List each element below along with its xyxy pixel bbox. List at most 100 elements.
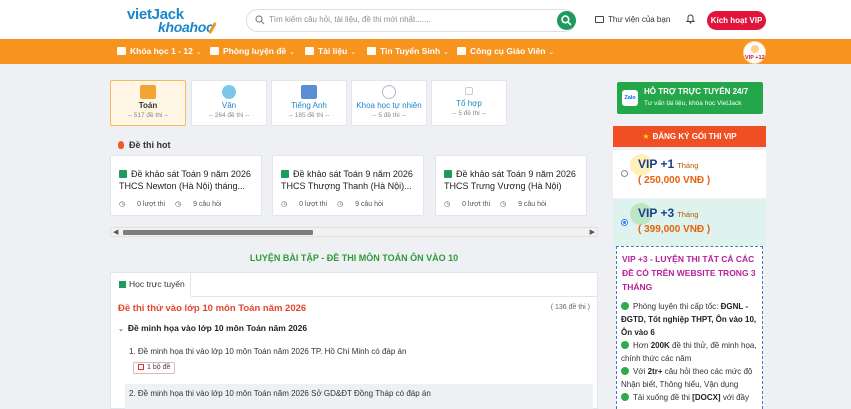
check-icon bbox=[281, 170, 289, 178]
search-input[interactable]: Tìm kiếm câu hỏi, tài liệu, đề thi mới n… bbox=[246, 9, 576, 32]
check-icon bbox=[119, 170, 127, 178]
subject-count: -- 5 đề thi -- bbox=[372, 112, 406, 119]
main-nav: Khóa học 1 - 12 ⌄ Phòng luyện đề ⌄ Tài liệ… bbox=[0, 39, 851, 64]
plan-name: VIP +1 Tháng bbox=[638, 157, 698, 171]
practice-heading: LUYỆN BÀI TẬP - ĐỀ THI MÔN TOÁN ÔN VÀO 1… bbox=[249, 253, 459, 263]
section-title-text: Đề thi hot bbox=[129, 140, 171, 150]
benefit-bold: 2tr+ bbox=[647, 367, 663, 376]
exam-group-title[interactable]: Đề thi thử vào lớp 10 môn Toán năm 2026 bbox=[118, 303, 306, 314]
search-icon bbox=[255, 15, 265, 25]
hot-exam-card[interactable]: Đề khảo sát Toán 9 năm 2026 THCS Trưng V… bbox=[435, 155, 587, 216]
clock-icon: ◷ bbox=[444, 201, 451, 208]
atom-icon bbox=[382, 85, 396, 99]
user-avatar[interactable]: VIP +12 bbox=[743, 41, 766, 64]
horizontal-scrollbar[interactable]: ◀ ▶ bbox=[110, 227, 598, 237]
subject-name: Tiếng Anh bbox=[291, 101, 327, 110]
badge-label: 1 bộ đề bbox=[147, 364, 171, 371]
subject-card-math[interactable]: Toán -- 517 đề thi -- bbox=[110, 80, 186, 126]
benefit-text: Tải xuống đề thi bbox=[633, 393, 693, 402]
nav-item-teacher-tools[interactable]: Công cụ Giáo Viên ⌄ bbox=[457, 46, 554, 56]
nav-label: Tài liệu bbox=[318, 46, 348, 56]
question-count: 9 câu hỏi bbox=[355, 201, 384, 208]
chevron-down-icon: ⌄ bbox=[195, 49, 202, 56]
plan-price: ( 250,000 VNĐ ) bbox=[638, 175, 711, 186]
exam-subgroup[interactable]: ⌄ Đề minh họa vào lớp 10 môn Toán năm 202… bbox=[118, 323, 307, 333]
clock-icon: ◷ bbox=[337, 201, 344, 208]
subject-card-literature[interactable]: Văn -- 264 đề thi -- bbox=[191, 80, 267, 126]
activate-vip-button[interactable]: Kích hoạt VIP bbox=[707, 11, 766, 30]
subject-count: -- 185 đề thi -- bbox=[288, 112, 330, 119]
benefit-text: Phòng luyện thi cấp tốc: bbox=[633, 302, 721, 311]
nav-item-courses[interactable]: Khóa học 1 - 12 ⌄ bbox=[117, 46, 202, 56]
bell-icon[interactable] bbox=[686, 14, 695, 24]
question-count: 9 câu hỏi bbox=[518, 201, 547, 208]
book-icon bbox=[595, 16, 604, 23]
document-icon bbox=[138, 364, 144, 370]
nav-item-documents[interactable]: Tài liệu ⌄ bbox=[305, 46, 356, 56]
exam-card-title: Đề khảo sát Toán 9 năm 2026 THCS Trưng V… bbox=[444, 168, 584, 192]
benefit-text: với đầy bbox=[720, 393, 749, 402]
exam-card-meta: ◷ 0 lượt thi ◷ 9 câu hỏi bbox=[119, 200, 232, 208]
plan-option-vip3[interactable]: VIP +3 Tháng ( 399,000 VNĐ ) bbox=[613, 199, 766, 247]
nav-item-exam-room[interactable]: Phòng luyện đề ⌄ bbox=[210, 46, 295, 56]
check-circle-icon bbox=[621, 302, 629, 310]
subject-name: Tổ hợp bbox=[456, 99, 482, 108]
nav-item-admissions[interactable]: Tin Tuyển Sinh ⌄ bbox=[367, 46, 449, 56]
benefit-bold: [DOCX] bbox=[692, 393, 721, 402]
chevron-down-icon: ⌄ bbox=[118, 326, 124, 333]
exam-card-meta: ◷ 0 lượt thi ◷ 9 câu hỏi bbox=[281, 200, 394, 208]
zalo-icon: Zalo bbox=[622, 90, 638, 106]
plan-radio[interactable] bbox=[621, 170, 628, 177]
chevron-down-icon: ⌄ bbox=[443, 49, 450, 56]
plan-name: VIP +3 Tháng bbox=[638, 206, 698, 220]
scroll-right-icon[interactable]: ▶ bbox=[590, 228, 595, 236]
benefit-item: Tải xuống đề thi [DOCX] với đầy bbox=[621, 391, 761, 404]
scroll-left-icon[interactable]: ◀ bbox=[113, 228, 118, 236]
tab-online-learning[interactable]: Học trực tuyến bbox=[111, 273, 191, 297]
attempts: 0 lượt thi bbox=[462, 201, 491, 208]
vip-benefits-heading: VIP +3 - LUYỆN THI TẤT CẢ CÁC ĐỀ CÓ TRÊN… bbox=[622, 254, 756, 292]
plan-unit: Tháng bbox=[677, 161, 699, 170]
subgroup-label: Đề minh họa vào lớp 10 môn Toán năm 2026 bbox=[127, 323, 308, 333]
attempts: 0 lượt thi bbox=[137, 201, 166, 208]
math-icon bbox=[140, 85, 156, 99]
english-icon bbox=[301, 85, 317, 99]
check-circle-icon bbox=[621, 367, 629, 375]
question-count: 9 câu hỏi bbox=[193, 201, 222, 208]
exam-title-text: Đề khảo sát Toán 9 năm 2026 THCS Thượng … bbox=[281, 169, 413, 191]
hot-exam-card[interactable]: Đề khảo sát Toán 9 năm 2026 THCS Newton … bbox=[110, 155, 262, 216]
hot-exam-card[interactable]: Đề khảo sát Toán 9 năm 2026 THCS Thượng … bbox=[272, 155, 424, 216]
search-button[interactable] bbox=[557, 11, 576, 30]
zalo-support-banner[interactable]: Zalo HỖ TRỢ TRỰC TUYẾN 24/7 Tư vấn tài l… bbox=[617, 82, 763, 114]
register-vip-header: ★ ĐĂNG KÝ GÓI THI VIP bbox=[613, 126, 766, 147]
courses-icon bbox=[117, 47, 126, 55]
teacher-icon bbox=[457, 47, 466, 55]
benefit-item: Phòng luyện thi cấp tốc: ĐGNL - ĐGTD, Tố… bbox=[621, 300, 761, 339]
library-link[interactable]: Thư viện của bạn bbox=[595, 15, 670, 24]
exam-entry-link[interactable]: 2. Đề minh họa thi vào lớp 10 môn Toán n… bbox=[129, 389, 431, 398]
scrollbar-thumb[interactable] bbox=[123, 230, 313, 235]
fire-icon bbox=[118, 141, 124, 149]
zalo-title: HỖ TRỢ TRỰC TUYẾN 24/7 bbox=[644, 87, 749, 96]
subject-count: -- 517 đề thi -- bbox=[127, 112, 169, 119]
library-label: Thư viện của bạn bbox=[608, 15, 671, 24]
subject-card-combo[interactable]: Tổ hợp -- 5 đề thi -- bbox=[431, 80, 507, 126]
subject-name: Khoa học tự nhiên bbox=[356, 101, 422, 110]
clock-icon: ◷ bbox=[500, 201, 507, 208]
exam-entry-link[interactable]: 1. Đề minh họa thi vào lớp 10 môn Toán n… bbox=[129, 347, 406, 356]
chevron-down-icon: ⌄ bbox=[289, 49, 296, 56]
exam-card-meta: ◷ 0 lượt thi ◷ 9 câu hỏi bbox=[444, 200, 557, 208]
site-logo[interactable]: vietJack khoahoc bbox=[127, 6, 219, 35]
subject-card-english[interactable]: Tiếng Anh -- 185 đề thi -- bbox=[271, 80, 347, 126]
nav-label: Khóa học 1 - 12 bbox=[130, 46, 193, 56]
logo-bottom-text: khoahoc bbox=[158, 19, 214, 35]
benefit-text: Với bbox=[633, 367, 648, 376]
avatar-vip-tag: VIP +12 bbox=[745, 55, 765, 61]
plan-radio[interactable] bbox=[621, 219, 628, 226]
subject-count: -- 5 đề thi -- bbox=[452, 110, 486, 117]
subject-card-science[interactable]: Khoa học tự nhiên -- 5 đề thi -- bbox=[351, 80, 427, 126]
plan-name-text: VIP +3 bbox=[638, 206, 675, 220]
plan-price: ( 399,000 VNĐ ) bbox=[638, 224, 711, 235]
benefit-text: Hơn bbox=[633, 341, 651, 350]
plan-option-vip1[interactable]: VIP +1 Tháng ( 250,000 VNĐ ) bbox=[613, 150, 766, 198]
